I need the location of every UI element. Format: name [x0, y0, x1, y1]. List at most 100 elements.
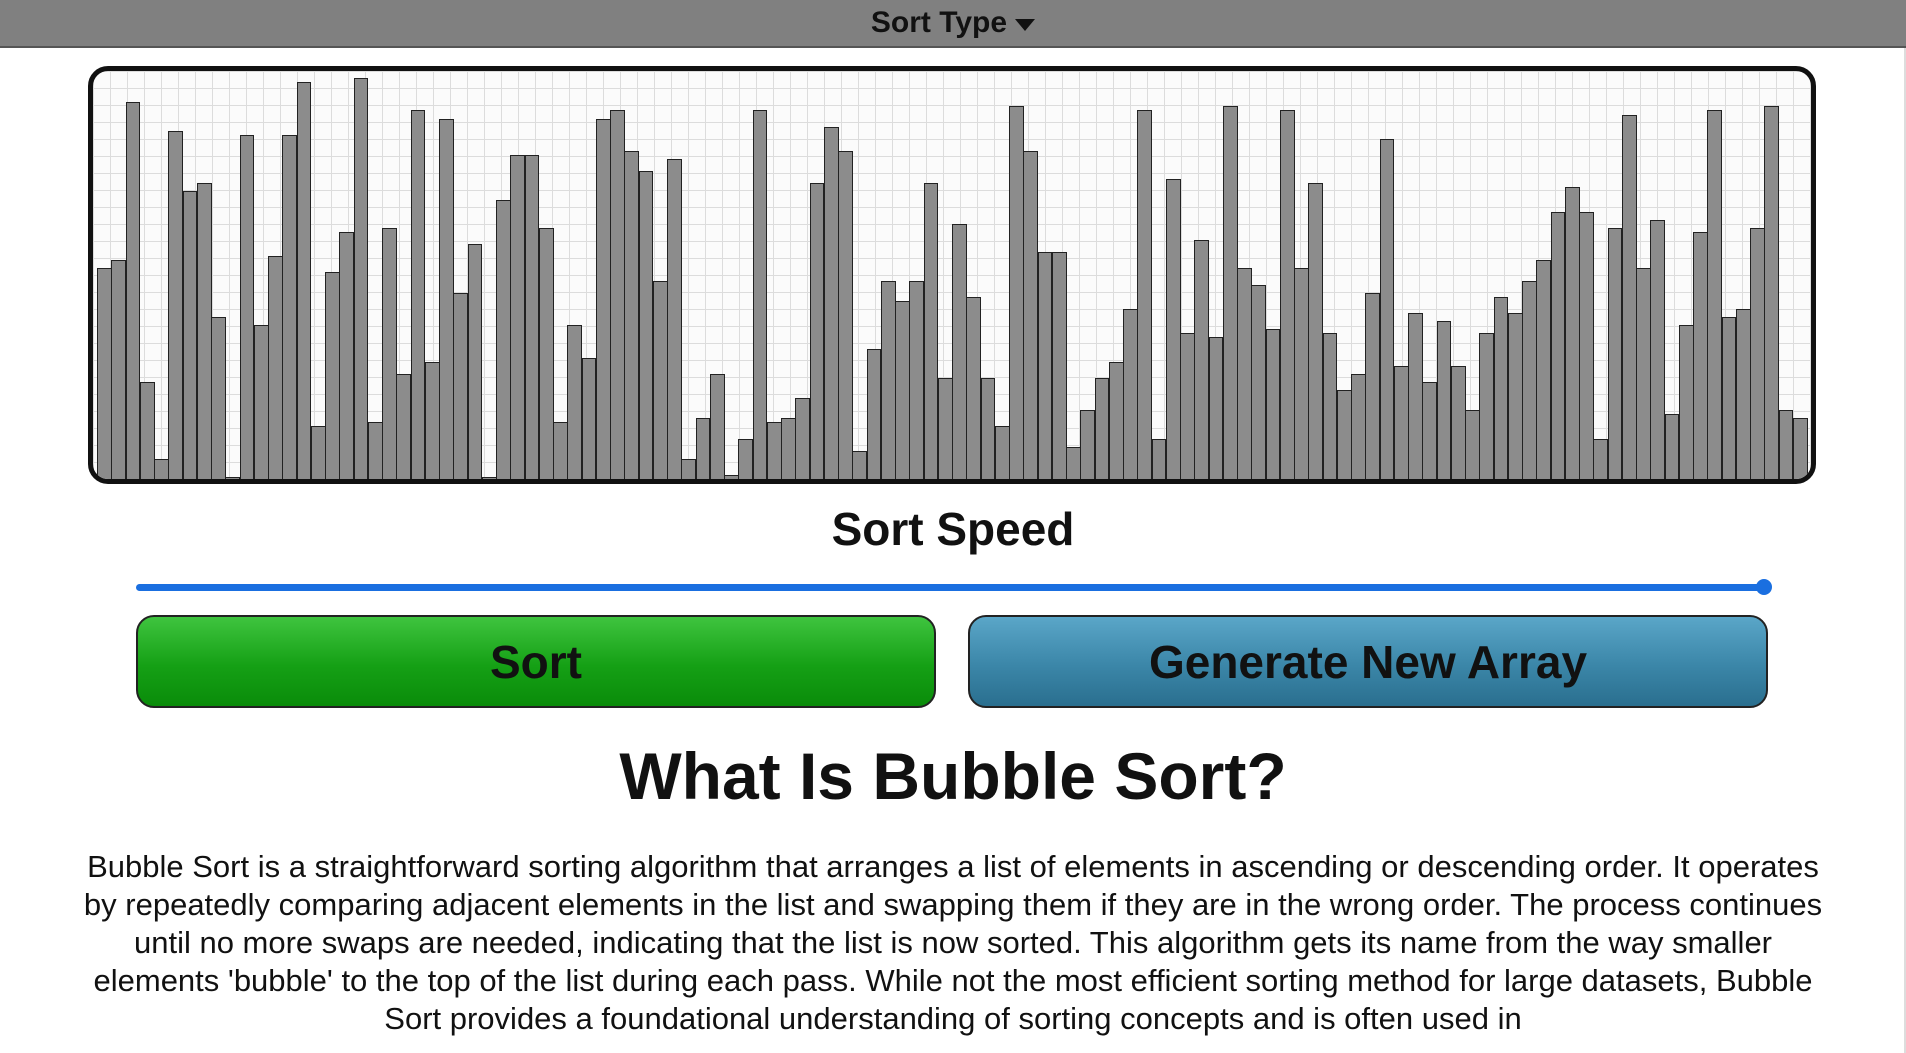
- sort-speed-slider[interactable]: [136, 579, 1772, 595]
- array-bar: [1650, 219, 1665, 479]
- array-bar: [1336, 389, 1352, 479]
- array-bar: [681, 458, 696, 479]
- array-bar: [1265, 329, 1281, 479]
- array-bar: [538, 227, 554, 479]
- array-bar: [1778, 410, 1794, 479]
- array-bar: [752, 110, 768, 479]
- array-bar: [1507, 312, 1523, 479]
- array-bar: [1279, 110, 1295, 479]
- array-bar: [1735, 308, 1751, 479]
- array-bar: [994, 426, 1010, 479]
- array-bar: [667, 159, 682, 479]
- array-bar: [239, 134, 255, 479]
- array-bar: [1023, 150, 1038, 479]
- array-bar: [396, 373, 411, 479]
- array-bar: [1564, 187, 1580, 479]
- array-bar: [139, 381, 155, 479]
- array-bar: [1308, 183, 1323, 479]
- array-bar: [1450, 365, 1466, 479]
- array-bar: [1009, 106, 1024, 479]
- sort-button[interactable]: Sort: [136, 615, 936, 708]
- array-bar: [154, 458, 169, 479]
- array-bar: [795, 398, 810, 479]
- array-bar: [610, 110, 625, 479]
- array-bar: [325, 272, 340, 479]
- array-bar: [823, 126, 839, 479]
- array-bar: [624, 150, 639, 479]
- array-bar: [1792, 418, 1808, 479]
- array-bar: [1522, 280, 1537, 479]
- array-bar: [1066, 446, 1081, 479]
- array-bar: [895, 300, 910, 479]
- array-bar: [980, 377, 996, 479]
- array-bar: [196, 183, 212, 479]
- array-bar: [382, 227, 397, 479]
- array-bar: [581, 357, 597, 479]
- array-bar: [866, 349, 882, 479]
- array-bar: [1579, 211, 1594, 479]
- array-bar: [1194, 240, 1209, 479]
- array-bar: [937, 377, 953, 479]
- array-bar: [952, 223, 967, 479]
- array-bar: [1393, 365, 1409, 479]
- array-bar: [567, 325, 582, 479]
- array-bar: [766, 422, 782, 479]
- array-bar: [439, 118, 454, 479]
- array-bar: [1237, 268, 1252, 479]
- array-bar: [1607, 227, 1623, 479]
- array-bar: [709, 373, 725, 479]
- sort-speed-label: Sort Speed: [831, 503, 1075, 555]
- sort-type-label: Sort Type: [870, 6, 1008, 39]
- array-bar: [1550, 211, 1566, 479]
- array-bar: [1251, 284, 1266, 479]
- array-bar: [838, 150, 853, 479]
- array-bar: [253, 325, 269, 479]
- array-bar: [1422, 381, 1437, 479]
- array-bar: [1408, 312, 1423, 479]
- array-bar: [1165, 179, 1181, 479]
- array-bar: [880, 280, 896, 479]
- article-body: Bubble Sort is a straightforward sorting…: [83, 849, 1823, 1036]
- array-bar: [1051, 252, 1067, 479]
- generate-array-button[interactable]: Generate New Array: [968, 615, 1768, 708]
- array-bar: [595, 118, 611, 479]
- sort-button-label: Sort: [490, 635, 582, 688]
- array-bar: [1721, 317, 1737, 479]
- array-bar: [1764, 106, 1779, 479]
- array-bar: [1678, 325, 1694, 479]
- array-bar: [1151, 438, 1167, 479]
- array-bar: [1080, 410, 1095, 479]
- article-title: What Is Bubble Sort?: [619, 739, 1287, 813]
- array-bar: [809, 183, 825, 479]
- array-bar: [1664, 414, 1680, 479]
- array-bar: [1636, 268, 1651, 479]
- array-visualizer: [88, 66, 1816, 484]
- array-bar: [97, 268, 112, 479]
- array-bar: [966, 296, 981, 479]
- array-bar: [1493, 296, 1509, 479]
- array-bar: [211, 317, 226, 479]
- array-bar: [268, 256, 283, 479]
- array-bar: [852, 450, 867, 479]
- array-bar: [111, 260, 126, 479]
- array-bar: [652, 280, 668, 479]
- sort-type-dropdown[interactable]: Sort Type: [870, 6, 1036, 40]
- array-bar: [1536, 260, 1551, 479]
- array-bar: [781, 418, 796, 479]
- array-bar: [1351, 373, 1366, 479]
- array-bar: [453, 292, 468, 479]
- array-bar: [1707, 110, 1722, 479]
- array-bar: [1123, 308, 1138, 479]
- array-bar: [1621, 114, 1637, 479]
- array-bar: [282, 134, 297, 479]
- array-bar: [1108, 361, 1124, 479]
- array-bar: [1693, 231, 1708, 479]
- array-bar: [1379, 138, 1395, 479]
- array-bar: [1094, 377, 1110, 479]
- slider-track: [136, 584, 1768, 591]
- slider-thumb[interactable]: [1756, 579, 1772, 595]
- array-bar: [724, 474, 739, 479]
- array-bar: [1180, 333, 1195, 479]
- array-bar: [1294, 268, 1309, 479]
- array-bar: [310, 426, 326, 479]
